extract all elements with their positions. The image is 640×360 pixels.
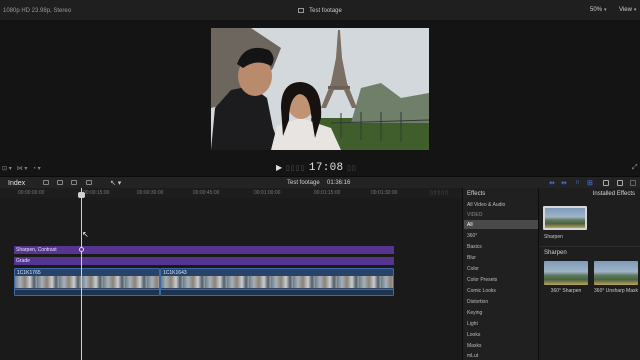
video-clip[interactable]: 1C1K1643: [160, 268, 394, 296]
clip-filmstrip: [161, 276, 393, 288]
effects-browser-icon[interactable]: [617, 180, 623, 186]
effect-label: 360° Sharpen: [550, 288, 582, 294]
zoom-value: 50%: [590, 7, 603, 13]
category-item[interactable]: 360°: [467, 233, 477, 239]
view-menu[interactable]: View ▾: [619, 7, 636, 13]
adjustment-clip-label: Grade: [16, 258, 30, 264]
timeline-toolbar: Index ↖ ▾ Test footage 01:36:16 ⇹ ⇹ ∩ ⊞: [0, 176, 640, 188]
viewer: 1080p HD 23.98p, Stereo Test footage 50%…: [0, 0, 640, 176]
timecode-value: 17:08: [308, 162, 344, 174]
installed-effects-menu[interactable]: Installed Effects: [593, 191, 635, 197]
ruler-label: 00:00:45:00: [193, 190, 220, 196]
project-name: Test footage: [287, 180, 320, 186]
ruler-label: 00:01:30:00: [371, 190, 398, 196]
category-item[interactable]: Comic Looks: [467, 288, 496, 294]
ruler-label: 00:01:00:00: [254, 190, 281, 196]
timeline-ruler[interactable]: 00:00:00:00 00:00:15:00 00:00:30:00 00:0…: [0, 188, 462, 198]
timecode-end-marker: ▯▯: [347, 165, 357, 172]
timecode-placeholder: ▯▯▯▯: [285, 165, 306, 172]
category-selection-highlight: [464, 220, 538, 229]
clip-audio-waveform: [15, 289, 159, 295]
category-item[interactable]: Looks: [467, 332, 480, 338]
crop-tools-icon[interactable]: ⊡ ▾ ⋈ ▾ ◔ ▾: [2, 165, 41, 172]
fullscreen-icon[interactable]: ⤢: [632, 164, 638, 172]
effect-thumbnail[interactable]: [544, 261, 588, 285]
clip-audio-waveform: [161, 289, 393, 295]
viewer-title-text: Test footage: [309, 8, 342, 14]
category-item[interactable]: Color Presets: [467, 277, 497, 283]
playhead[interactable]: [78, 188, 85, 360]
chevron-down-icon: ▾: [604, 7, 607, 13]
category-item[interactable]: Masks: [467, 343, 481, 349]
effect-thumbnail[interactable]: [594, 261, 638, 285]
timecode-display: ▶ ▯▯▯▯ 17:08 ▯▯: [276, 162, 359, 174]
ruler-overflow: ▯▯▯▯▯: [430, 190, 449, 196]
ruler-label: 00:00:00:00: [18, 190, 45, 196]
effects-browser: Effects All Video & Audio VIDEO All 360°…: [462, 188, 640, 360]
category-item[interactable]: mLut: [467, 353, 478, 359]
effects-list: Installed Effects Sharpen Sharpen 360° S…: [539, 188, 640, 360]
effect-label: 360° Unsharp Mask: [594, 288, 638, 294]
zoom-menu[interactable]: 50% ▾: [590, 7, 607, 13]
mouse-cursor-icon: ↖: [82, 230, 89, 239]
effect-thumbnail[interactable]: [543, 206, 587, 230]
viewer-title: Test footage: [0, 8, 640, 14]
category-item[interactable]: All Video & Audio: [467, 202, 505, 208]
timeline[interactable]: 00:00:00:00 00:00:15:00 00:00:30:00 00:0…: [0, 188, 462, 360]
ruler-label: 00:01:15:00: [314, 190, 341, 196]
category-item[interactable]: Distortion: [467, 299, 488, 305]
view-label: View: [619, 7, 632, 13]
playhead-handle[interactable]: [78, 192, 85, 198]
snapping-icon[interactable]: ⊞: [587, 179, 593, 187]
category-item[interactable]: Keying: [467, 310, 482, 316]
skimming-icon[interactable]: ⇹: [561, 179, 567, 187]
category-item[interactable]: Color: [467, 266, 479, 272]
video-clip[interactable]: 1C1K1765: [14, 268, 160, 296]
play-icon[interactable]: ▶: [276, 163, 282, 172]
section-heading: Sharpen: [544, 250, 567, 256]
overwrite-clip-icon[interactable]: [86, 180, 92, 185]
clip-filmstrip: [15, 276, 159, 288]
category-item[interactable]: Blur: [467, 255, 476, 261]
video-frame[interactable]: [211, 28, 429, 150]
adjustment-clip-sharpen[interactable]: Sharpen, Contrast: [14, 246, 394, 254]
index-button[interactable]: Index: [8, 180, 25, 187]
category-item[interactable]: Basics: [467, 244, 482, 250]
project-duration: 01:36:16: [327, 180, 351, 186]
viewer-header: 1080p HD 23.98p, Stereo Test footage 50%…: [0, 0, 640, 20]
effects-title: Effects: [467, 191, 486, 197]
section-divider: [539, 246, 640, 247]
ruler-label: 00:00:30:00: [137, 190, 164, 196]
select-tool-icon[interactable]: ↖ ▾: [110, 179, 121, 187]
primary-storyline: 1C1K1765 1C1K1643: [14, 268, 394, 296]
chevron-down-icon: ▾: [633, 7, 637, 13]
adjustment-clip-grade[interactable]: Grade: [14, 257, 394, 265]
category-item[interactable]: All: [467, 222, 473, 228]
headphones-icon[interactable]: ∩: [575, 179, 580, 186]
effects-categories: Effects All Video & Audio VIDEO All 360°…: [463, 188, 539, 360]
category-header: VIDEO: [467, 212, 483, 218]
insert-clip-icon[interactable]: [57, 180, 63, 185]
ruler-label: 00:00:15:00: [83, 190, 110, 196]
keyframe-marker[interactable]: [79, 247, 84, 252]
transport-bar: ⊡ ▾ ⋈ ▾ ◔ ▾ ▶ ▯▯▯▯ 17:08 ▯▯ ⤢: [0, 160, 640, 176]
adjustment-clip-label: Sharpen, Contrast: [16, 247, 57, 253]
append-clip-icon[interactable]: [71, 180, 77, 185]
film-icon: [298, 8, 305, 13]
transitions-browser-icon[interactable]: [630, 180, 636, 186]
clip-appearance-icon[interactable]: [603, 180, 609, 186]
connect-clip-icon[interactable]: [43, 180, 49, 185]
effect-label: Sharpen: [544, 234, 563, 240]
category-item[interactable]: Light: [467, 321, 478, 327]
video-image: [211, 28, 429, 150]
audio-skimming-icon[interactable]: ⇹: [549, 179, 555, 187]
